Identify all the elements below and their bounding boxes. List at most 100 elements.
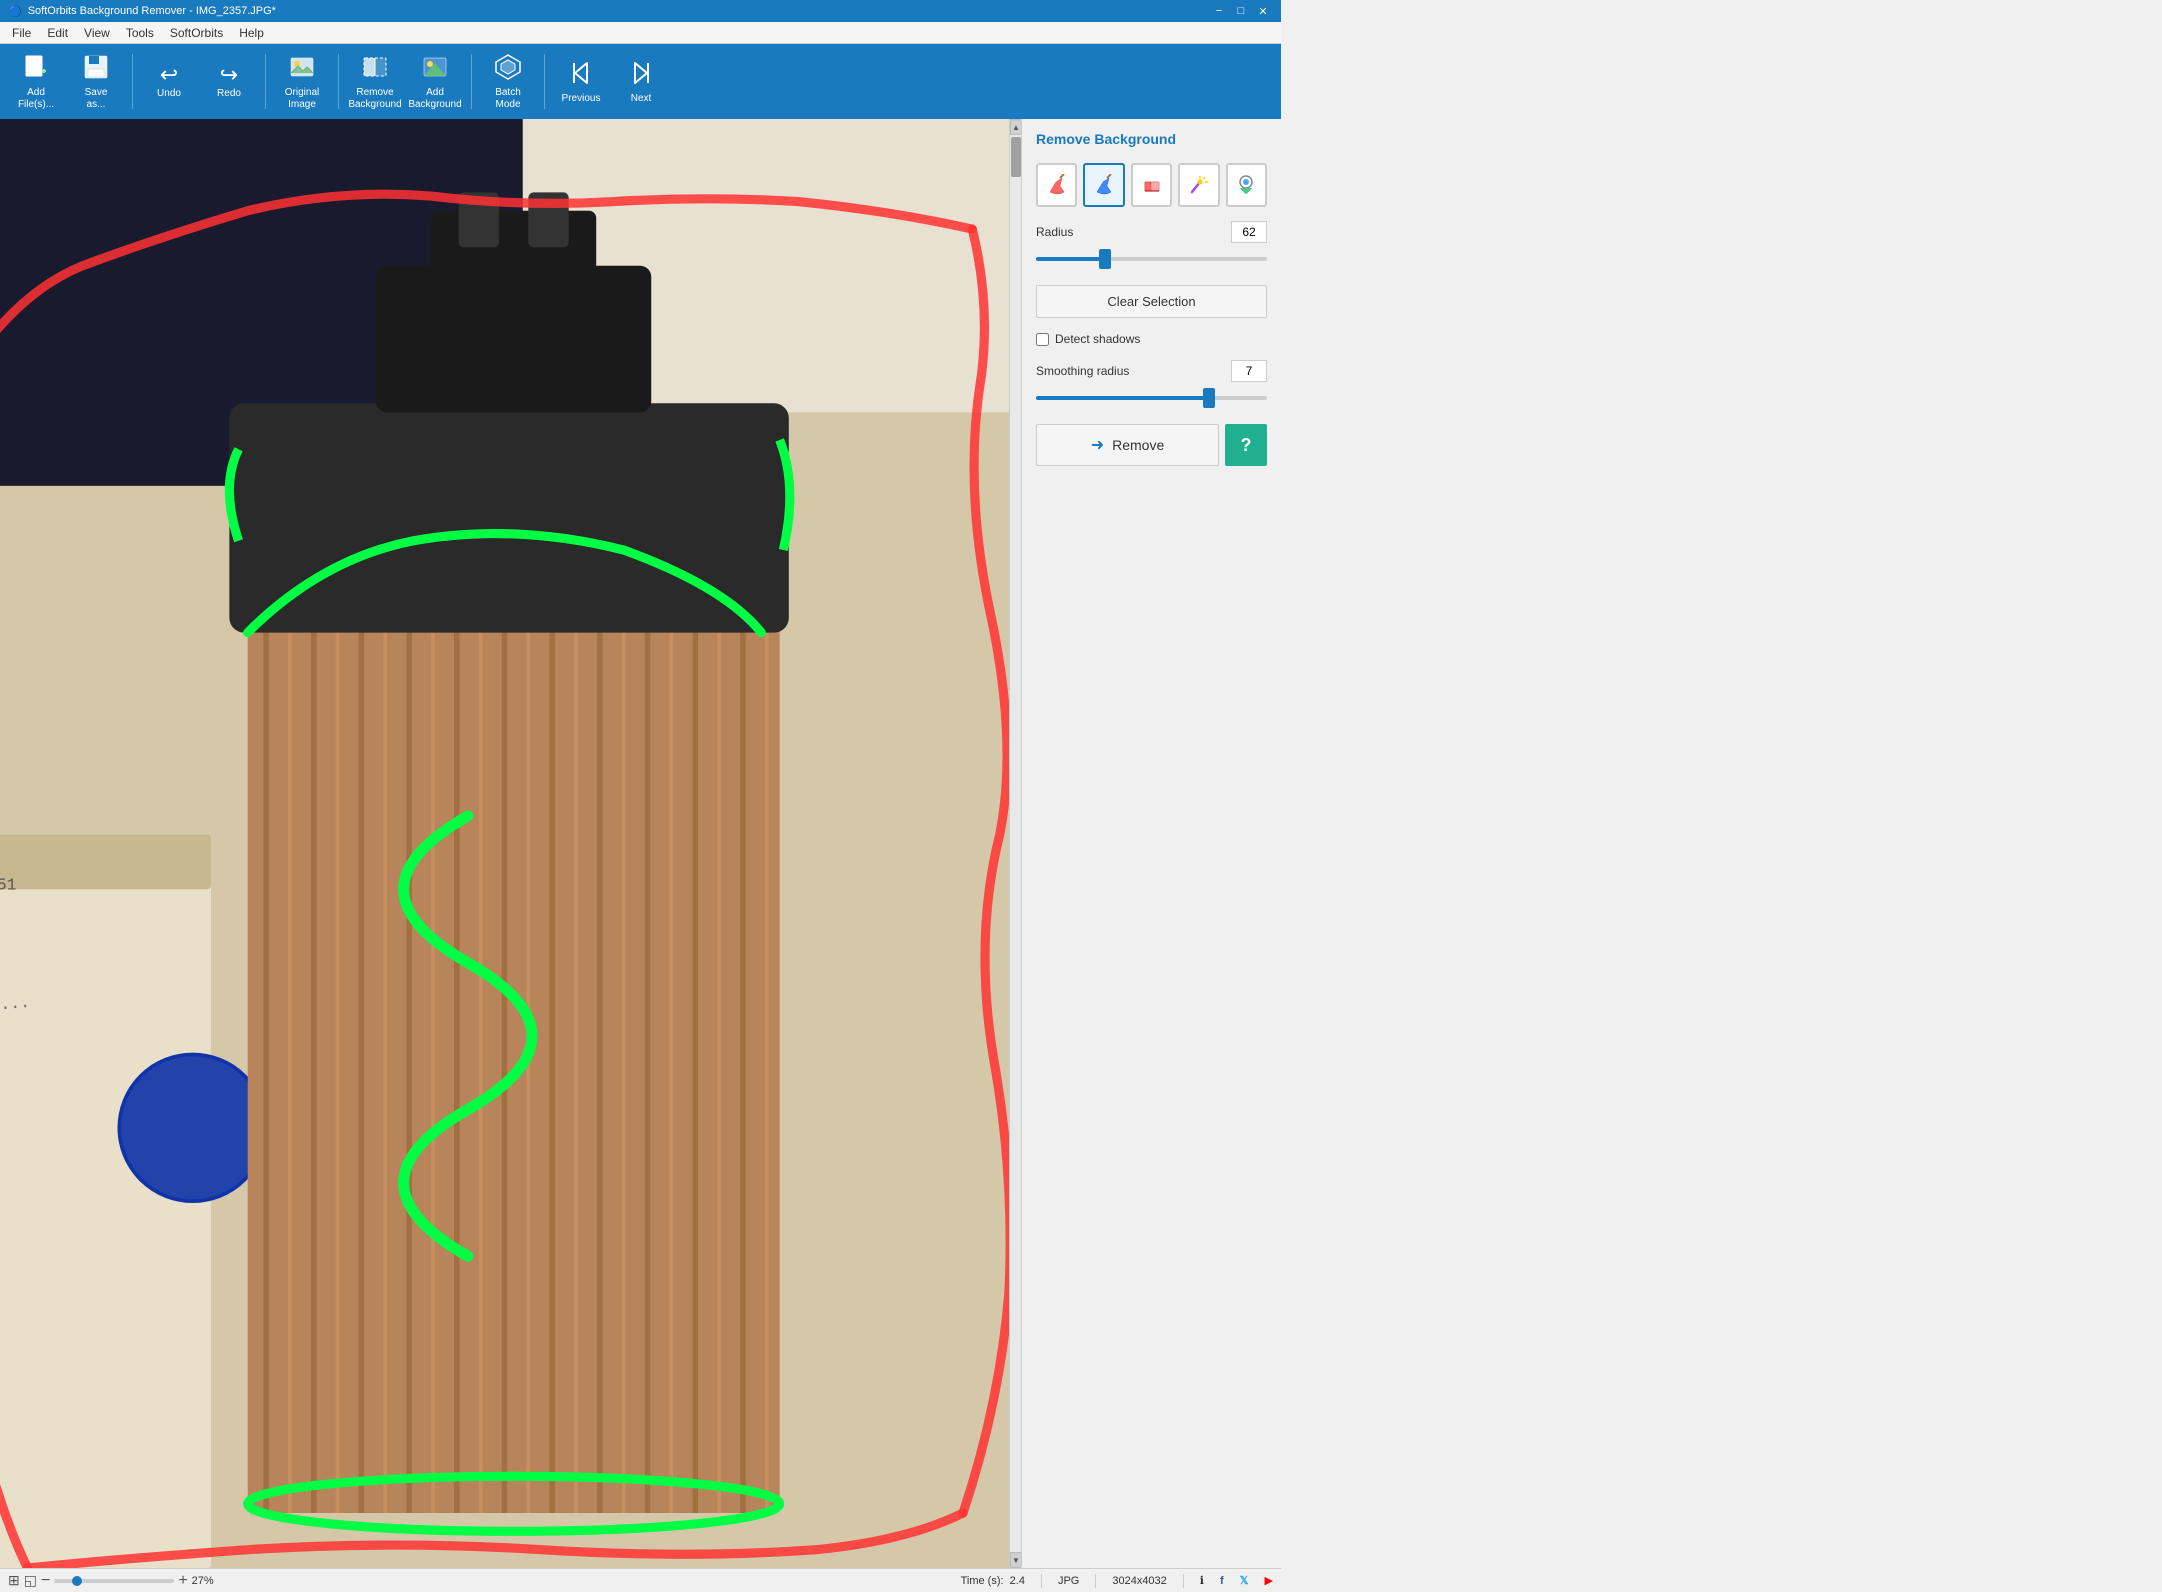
zoom-thumb[interactable] bbox=[72, 1576, 82, 1586]
menu-help[interactable]: Help bbox=[231, 24, 272, 42]
remove-background-button[interactable]: RemoveBackground bbox=[347, 50, 403, 114]
add-files-button[interactable]: AddFile(s)... bbox=[8, 50, 64, 114]
smoothing-row: Smoothing radius bbox=[1036, 360, 1267, 382]
undo-icon: ↩ bbox=[160, 64, 178, 86]
undo-label: Undo bbox=[157, 88, 181, 100]
eraser-button[interactable] bbox=[1131, 163, 1172, 207]
smoothing-slider-track bbox=[1036, 396, 1267, 400]
statusbar-info: Time (s): 2.4 JPG 3024x4032 ℹ f 𝕏 ▶ bbox=[961, 1574, 1273, 1588]
app-icon: 🔵 bbox=[8, 5, 22, 18]
magic-wand-button[interactable] bbox=[1178, 163, 1219, 207]
toolbar-sep-1 bbox=[132, 54, 133, 109]
radius-slider-fill bbox=[1036, 257, 1105, 261]
smoothing-slider-container[interactable] bbox=[1036, 388, 1267, 408]
remove-background-icon bbox=[361, 53, 389, 85]
panel-title: Remove Background bbox=[1022, 119, 1281, 155]
radius-slider-container[interactable] bbox=[1036, 249, 1267, 269]
status-sep-3 bbox=[1183, 1574, 1184, 1588]
zoom-fit-button[interactable]: ⊞ bbox=[8, 1572, 20, 1589]
original-image-icon bbox=[288, 53, 316, 85]
zoom-actual-button[interactable]: ◱ bbox=[24, 1572, 37, 1589]
titlebar-title: 🔵 SoftOrbits Background Remover - IMG_23… bbox=[8, 5, 276, 18]
remove-background-label: RemoveBackground bbox=[348, 87, 401, 111]
batch-mode-button[interactable]: BatchMode bbox=[480, 50, 536, 114]
app-title: SoftOrbits Background Remover - IMG_2357… bbox=[28, 5, 276, 17]
titlebar-controls: − □ ✕ bbox=[1209, 3, 1273, 19]
tool-row bbox=[1036, 163, 1267, 207]
save-as-button[interactable]: Saveas... bbox=[68, 50, 124, 114]
add-background-button[interactable]: AddBackground bbox=[407, 50, 463, 114]
twitter-icon[interactable]: 𝕏 bbox=[1240, 1574, 1249, 1587]
canvas-scrollbar[interactable]: ▲ ▼ bbox=[1009, 119, 1021, 1568]
detect-shadows-checkbox[interactable] bbox=[1036, 333, 1049, 346]
keep-brush-button[interactable] bbox=[1036, 163, 1077, 207]
remove-brush-button[interactable] bbox=[1083, 163, 1124, 207]
smoothing-slider-thumb[interactable] bbox=[1203, 388, 1215, 408]
zoom-slider[interactable] bbox=[54, 1579, 174, 1583]
toolbar-sep-5 bbox=[544, 54, 545, 109]
smoothing-label: Smoothing radius bbox=[1036, 364, 1129, 378]
file-format: JPG bbox=[1058, 1575, 1079, 1587]
menu-view[interactable]: View bbox=[76, 24, 118, 42]
zoom-controls: ⊞ ◱ − + 27% bbox=[8, 1572, 224, 1590]
previous-icon bbox=[567, 59, 595, 91]
undo-button[interactable]: ↩ Undo bbox=[141, 50, 197, 114]
image-scene: QN 1 KIT FILTER OL 1.835 0 KIT 0-0493 Re… bbox=[0, 119, 1009, 1568]
scroll-thumb[interactable] bbox=[1011, 137, 1021, 177]
original-image-button[interactable]: OriginalImage bbox=[274, 50, 330, 114]
remove-row: ➜ Remove ? bbox=[1036, 424, 1267, 466]
color-picker-button[interactable] bbox=[1226, 163, 1267, 207]
titlebar: 🔵 SoftOrbits Background Remover - IMG_23… bbox=[0, 0, 1281, 22]
info-icon[interactable]: ℹ bbox=[1200, 1574, 1204, 1587]
radius-slider-thumb[interactable] bbox=[1099, 249, 1111, 269]
save-as-icon bbox=[82, 53, 110, 85]
add-background-icon bbox=[421, 53, 449, 85]
radius-label: Radius bbox=[1036, 225, 1073, 239]
detect-shadows-label[interactable]: Detect shadows bbox=[1055, 332, 1140, 346]
smoothing-value[interactable] bbox=[1231, 360, 1267, 382]
toolbar: AddFile(s)... Saveas... ↩ Undo ↪ Redo Or… bbox=[0, 44, 1281, 119]
status-sep-2 bbox=[1095, 1574, 1096, 1588]
toolbar-sep-3 bbox=[338, 54, 339, 109]
close-button[interactable]: ✕ bbox=[1253, 3, 1273, 19]
time-label: Time (s): 2.4 bbox=[961, 1575, 1025, 1587]
scene-background bbox=[0, 119, 1009, 1568]
add-background-label: AddBackground bbox=[408, 87, 461, 111]
youtube-icon[interactable]: ▶ bbox=[1265, 1574, 1273, 1587]
menu-tools[interactable]: Tools bbox=[118, 24, 162, 42]
facebook-icon[interactable]: f bbox=[1220, 1575, 1224, 1587]
batch-mode-icon bbox=[494, 53, 522, 85]
menu-edit[interactable]: Edit bbox=[39, 24, 76, 42]
main-content: QN 1 KIT FILTER OL 1.835 0 KIT 0-0493 Re… bbox=[0, 119, 1281, 1568]
previous-button[interactable]: Previous bbox=[553, 50, 609, 114]
image-dimensions: 3024x4032 bbox=[1112, 1575, 1166, 1587]
next-button[interactable]: Next bbox=[613, 50, 669, 114]
remove-label: Remove bbox=[1112, 437, 1164, 453]
next-icon bbox=[627, 59, 655, 91]
menubar: File Edit View Tools SoftOrbits Help bbox=[0, 22, 1281, 44]
minimize-button[interactable]: − bbox=[1209, 3, 1229, 19]
canvas-area[interactable]: QN 1 KIT FILTER OL 1.835 0 KIT 0-0493 Re… bbox=[0, 119, 1009, 1568]
right-panel: Remove Background bbox=[1021, 119, 1281, 1568]
maximize-button[interactable]: □ bbox=[1231, 3, 1251, 19]
radius-value[interactable] bbox=[1231, 221, 1267, 243]
original-image-label: OriginalImage bbox=[285, 87, 319, 111]
help-button[interactable]: ? bbox=[1225, 424, 1267, 466]
redo-label: Redo bbox=[217, 88, 241, 100]
redo-icon: ↪ bbox=[220, 64, 238, 86]
redo-button[interactable]: ↪ Redo bbox=[201, 50, 257, 114]
smoothing-slider-fill bbox=[1036, 396, 1209, 400]
menu-file[interactable]: File bbox=[4, 24, 39, 42]
menu-softorbits[interactable]: SoftOrbits bbox=[162, 24, 231, 42]
zoom-in-button[interactable]: + bbox=[178, 1572, 187, 1590]
zoom-out-button[interactable]: − bbox=[41, 1572, 50, 1590]
scroll-track[interactable] bbox=[1010, 135, 1021, 1552]
toolbar-sep-4 bbox=[471, 54, 472, 109]
radius-row: Radius bbox=[1036, 221, 1267, 243]
batch-mode-label: BatchMode bbox=[495, 87, 521, 111]
add-files-icon bbox=[22, 53, 50, 85]
remove-button[interactable]: ➜ Remove bbox=[1036, 424, 1219, 466]
toolbar-sep-2 bbox=[265, 54, 266, 109]
remove-arrow-icon: ➜ bbox=[1091, 435, 1104, 455]
clear-selection-button[interactable]: Clear Selection bbox=[1036, 285, 1267, 318]
